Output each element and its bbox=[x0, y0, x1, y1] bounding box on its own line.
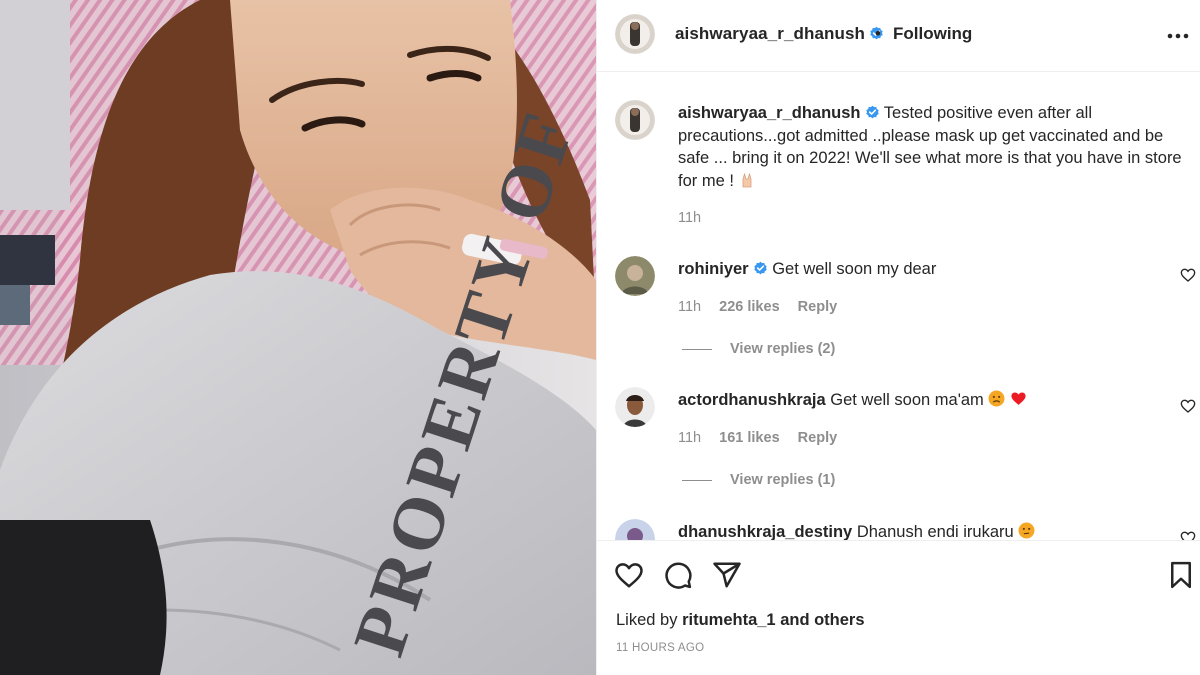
liked-by-others-link[interactable]: and others bbox=[780, 611, 864, 629]
commenter-avatar[interactable] bbox=[615, 256, 655, 296]
commenter-username[interactable]: rohiniyer bbox=[678, 260, 749, 278]
verified-badge-icon bbox=[865, 105, 879, 119]
comment-text: Dhanush endi irukaru bbox=[856, 523, 1014, 540]
selfie-photo: PROPERTY OF bbox=[0, 0, 596, 675]
caption-time: 11h bbox=[678, 210, 702, 226]
comment-meta: 11h 226 likes Reply bbox=[678, 299, 851, 315]
view-replies-label: View replies (2) bbox=[730, 341, 836, 357]
comment-text-block: rohiniyer Get well soon my dear bbox=[678, 258, 1188, 281]
comment-reply-button[interactable]: Reply bbox=[798, 299, 838, 315]
commenter-avatar[interactable] bbox=[615, 519, 655, 540]
commenter-username[interactable]: actordhanushkraja bbox=[678, 391, 826, 409]
bookmark-icon[interactable] bbox=[1166, 560, 1196, 590]
caption-username[interactable]: aishwaryaa_r_dhanush bbox=[678, 104, 861, 122]
comment-reply-button[interactable]: Reply bbox=[798, 430, 838, 446]
post-actions-bar: Liked by ritumehta_1 and others 11 HOURS… bbox=[597, 540, 1200, 675]
sad-face-emoji-icon bbox=[988, 390, 1005, 407]
comment-time: 11h bbox=[678, 430, 702, 446]
comments-list[interactable]: aishwaryaa_r_dhanush Tested positive eve… bbox=[597, 73, 1200, 540]
post-photo[interactable]: PROPERTY OF bbox=[0, 0, 596, 675]
comment-text: Get well soon ma'am bbox=[830, 391, 984, 409]
post-detail-panel: aishwaryaa_r_dhanush • Following aishwar… bbox=[597, 0, 1200, 675]
caption-text-block: aishwaryaa_r_dhanush Tested positive eve… bbox=[678, 102, 1188, 192]
replies-line bbox=[682, 348, 712, 350]
liked-by-prefix: Liked by bbox=[616, 611, 678, 629]
comment-text-block: dhanushkraja_destiny Dhanush endi irukar… bbox=[678, 521, 1188, 540]
post-timestamp[interactable]: 11 HOURS AGO bbox=[616, 642, 704, 654]
heart-icon[interactable] bbox=[614, 560, 644, 590]
rock-hand-emoji-icon bbox=[742, 172, 751, 187]
red-heart-emoji-icon bbox=[1011, 392, 1026, 405]
verified-badge-icon bbox=[753, 261, 767, 275]
comment-bubble-icon[interactable] bbox=[663, 560, 693, 590]
author-avatar-caption[interactable] bbox=[615, 100, 655, 140]
comment-text-block: actordhanushkraja Get well soon ma'am bbox=[678, 389, 1188, 412]
comment-meta: 11h 161 likes Reply bbox=[678, 430, 851, 446]
author-username-link[interactable]: aishwaryaa_r_dhanush bbox=[675, 24, 884, 44]
comment-likes-count[interactable]: 226 likes bbox=[719, 299, 779, 315]
view-replies-button[interactable]: View replies (2) bbox=[682, 341, 835, 357]
view-replies-button[interactable]: View replies (1) bbox=[682, 472, 835, 488]
liked-by-summary: Liked by ritumehta_1 and others bbox=[616, 611, 865, 630]
commenter-avatar[interactable] bbox=[615, 387, 655, 427]
caption-meta: 11h bbox=[678, 210, 715, 226]
post-header: aishwaryaa_r_dhanush • Following bbox=[597, 0, 1200, 72]
comment-like-heart-icon[interactable] bbox=[1180, 530, 1196, 540]
author-username: aishwaryaa_r_dhanush bbox=[675, 24, 866, 43]
comment-time: 11h bbox=[678, 299, 702, 315]
liked-by-user-link[interactable]: ritumehta_1 bbox=[682, 611, 776, 629]
paper-plane-icon[interactable] bbox=[712, 560, 742, 590]
comment-like-heart-icon[interactable] bbox=[1180, 267, 1196, 283]
more-options-icon[interactable] bbox=[1166, 26, 1190, 46]
following-button[interactable]: Following bbox=[893, 24, 972, 44]
commenter-username[interactable]: dhanushkraja_destiny bbox=[678, 523, 852, 540]
comment-likes-count[interactable]: 161 likes bbox=[719, 430, 779, 446]
author-avatar[interactable] bbox=[615, 14, 655, 54]
comment-text: Get well soon my dear bbox=[772, 260, 937, 278]
view-replies-label: View replies (1) bbox=[730, 472, 836, 488]
thinking-face-emoji-icon bbox=[1018, 522, 1035, 539]
header-separator: • bbox=[875, 24, 881, 43]
comment-like-heart-icon[interactable] bbox=[1180, 398, 1196, 414]
replies-line bbox=[682, 479, 712, 481]
